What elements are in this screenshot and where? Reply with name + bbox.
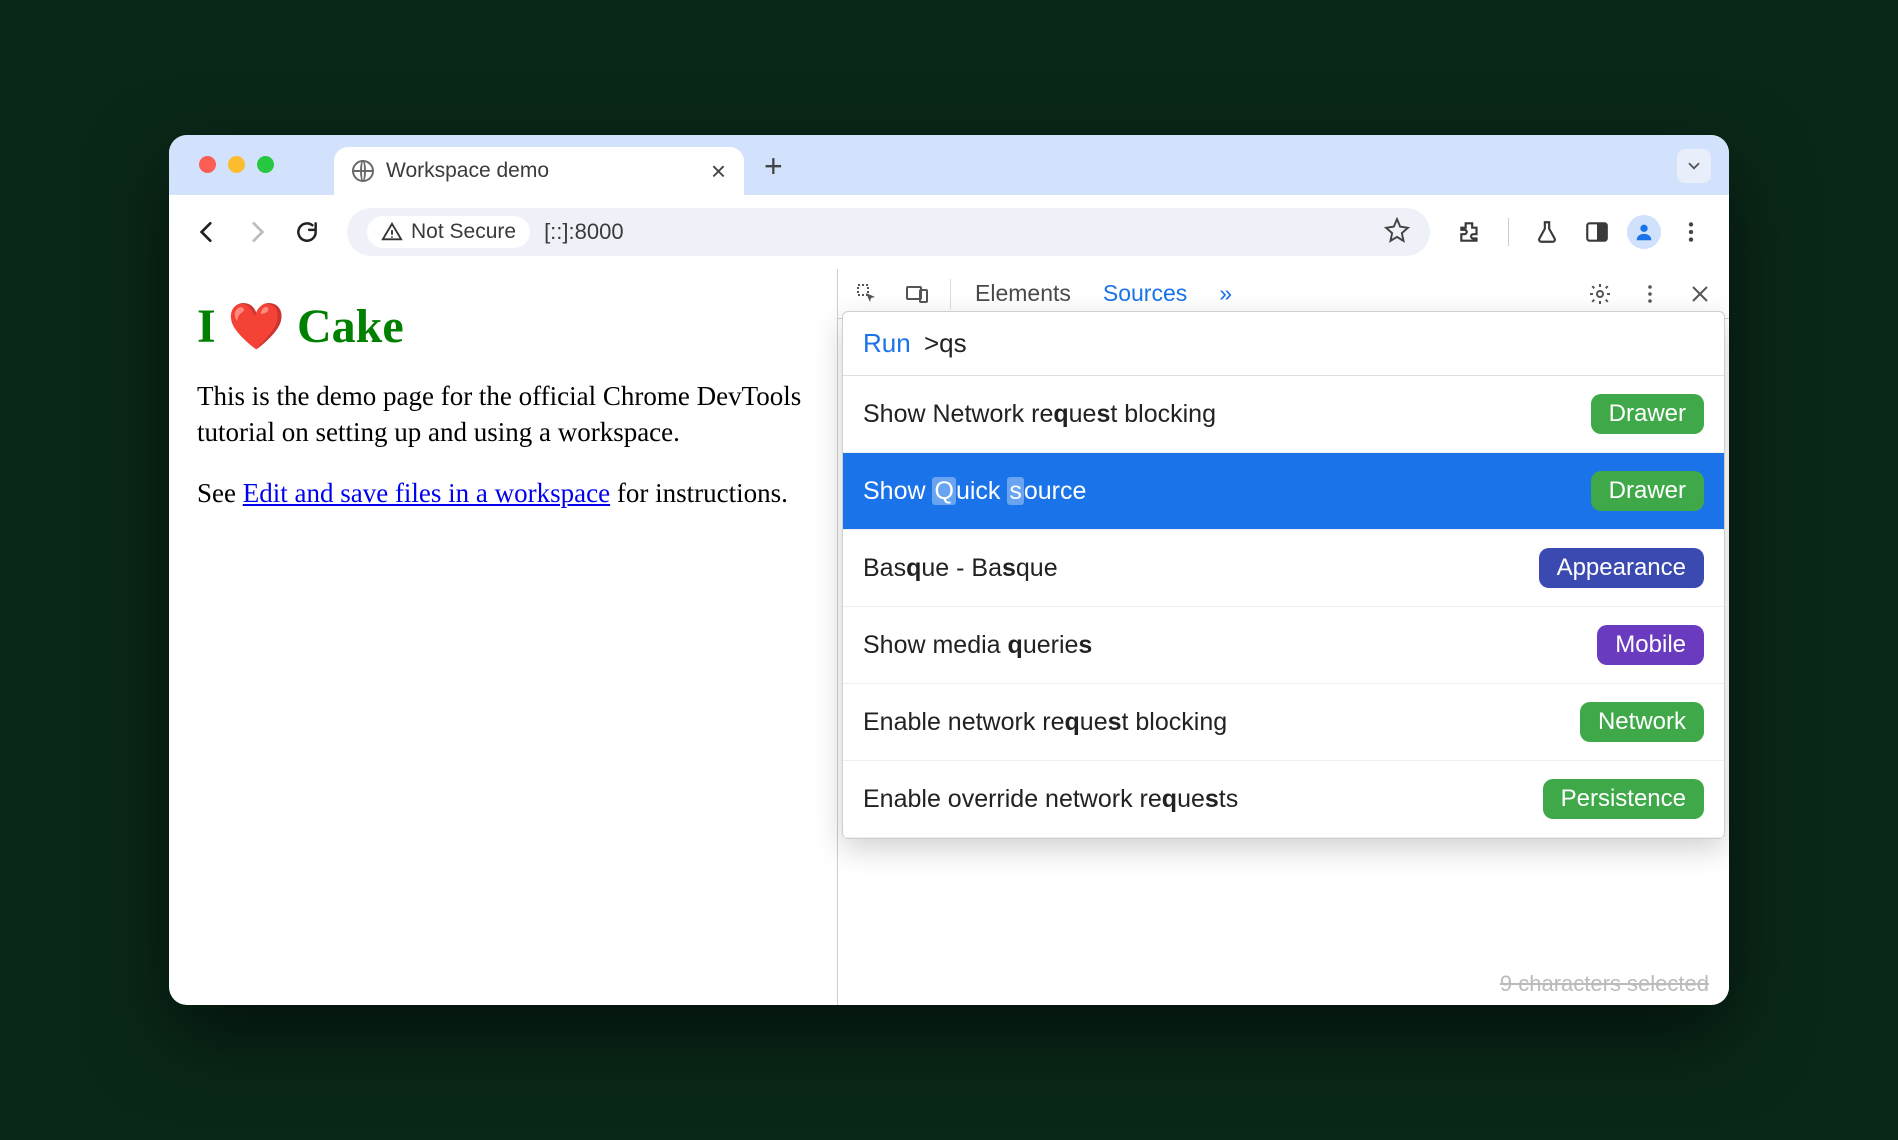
page-paragraph-1: This is the demo page for the official C… [197, 378, 809, 451]
labs-icon[interactable] [1527, 212, 1567, 252]
command-category-badge: Appearance [1539, 548, 1704, 588]
devtools-close-icon[interactable] [1683, 282, 1717, 306]
settings-gear-icon[interactable] [1583, 282, 1617, 306]
command-item[interactable]: Enable network request blocking Network [843, 684, 1724, 761]
profile-avatar[interactable] [1627, 215, 1661, 249]
extensions-icon[interactable] [1450, 212, 1490, 252]
command-menu: Run >qs Show Network request blocking Dra… [842, 311, 1725, 839]
devtools-statusbar: 9 characters selected [1500, 971, 1709, 997]
close-tab-icon[interactable]: × [711, 156, 726, 187]
bookmark-star-icon[interactable] [1384, 217, 1410, 248]
browser-toolbar: Not Secure [::]:8000 [169, 195, 1729, 269]
selection-status: 9 characters selected [1500, 971, 1709, 997]
forward-button[interactable] [237, 212, 277, 252]
command-item[interactable]: Show Network request blocking Drawer [843, 376, 1724, 453]
command-item-label: Enable network request blocking [863, 708, 1227, 737]
command-input-text: >qs [924, 328, 967, 358]
page-paragraph-2: See Edit and save files in a workspace f… [197, 475, 809, 511]
new-tab-button[interactable]: + [744, 148, 803, 195]
devtools-menu-icon[interactable] [1633, 282, 1667, 306]
sidepanel-icon[interactable] [1577, 212, 1617, 252]
command-item[interactable]: Enable override network requests Persiste… [843, 761, 1724, 838]
command-item-label: Show Network request blocking [863, 400, 1216, 429]
window-minimize-icon[interactable] [228, 156, 245, 173]
dt-separator [950, 279, 951, 309]
command-category-badge: Network [1580, 702, 1704, 742]
command-item[interactable]: Show media queries Mobile [843, 607, 1724, 684]
security-chip[interactable]: Not Secure [367, 216, 530, 248]
globe-icon [352, 160, 374, 182]
command-prefix: Run [863, 328, 911, 358]
device-toggle-icon[interactable] [900, 282, 934, 306]
window-close-icon[interactable] [199, 156, 216, 173]
tab-more[interactable]: » [1211, 276, 1240, 311]
devtools-panel: Elements Sources » Run >qs Show Network … [837, 269, 1729, 1005]
content-area: I ❤️ Cake This is the demo page for the … [169, 269, 1729, 1005]
tab-sources[interactable]: Sources [1095, 276, 1195, 311]
heading-prefix: I [197, 299, 216, 354]
back-button[interactable] [187, 212, 227, 252]
command-category-badge: Drawer [1591, 471, 1704, 511]
browser-tab[interactable]: Workspace demo × [334, 147, 744, 195]
command-category-badge: Persistence [1543, 779, 1704, 819]
address-bar[interactable]: Not Secure [::]:8000 [347, 208, 1430, 256]
browser-window: Workspace demo × + Not Secure [::]:8000 [169, 135, 1729, 1005]
command-item-label: Enable override network requests [863, 785, 1238, 814]
reload-button[interactable] [287, 212, 327, 252]
command-item-label: Show media queries [863, 631, 1092, 660]
command-item[interactable]: Basque - Basque Appearance [843, 530, 1724, 607]
tab-overflow-button[interactable] [1677, 149, 1711, 183]
command-category-badge: Mobile [1597, 625, 1704, 665]
p2-prefix: See [197, 478, 243, 508]
tab-elements[interactable]: Elements [967, 276, 1079, 311]
warning-icon [381, 221, 403, 243]
window-maximize-icon[interactable] [257, 156, 274, 173]
rendered-page: I ❤️ Cake This is the demo page for the … [169, 269, 837, 1005]
command-item-label: Basque - Basque [863, 554, 1058, 583]
command-input-row[interactable]: Run >qs [843, 312, 1724, 376]
chrome-menu-icon[interactable] [1671, 212, 1711, 252]
p2-suffix: for instructions. [610, 478, 788, 508]
tutorial-link[interactable]: Edit and save files in a workspace [243, 478, 610, 508]
command-list: Show Network request blockingDrawerShow … [843, 376, 1724, 838]
inspect-icon[interactable] [850, 282, 884, 306]
heart-icon: ❤️ [228, 300, 285, 354]
command-category-badge: Drawer [1591, 394, 1704, 434]
security-label: Not Secure [411, 220, 516, 244]
command-item-label: Show Quick source [863, 477, 1086, 506]
command-item[interactable]: Show Quick source Drawer [843, 453, 1724, 530]
page-heading: I ❤️ Cake [197, 299, 809, 354]
traffic-lights [189, 156, 334, 195]
toolbar-separator [1508, 218, 1509, 246]
heading-suffix: Cake [297, 299, 404, 354]
tab-strip: Workspace demo × + [169, 135, 1729, 195]
tab-title: Workspace demo [386, 159, 549, 183]
url-text: [::]:8000 [544, 219, 624, 245]
